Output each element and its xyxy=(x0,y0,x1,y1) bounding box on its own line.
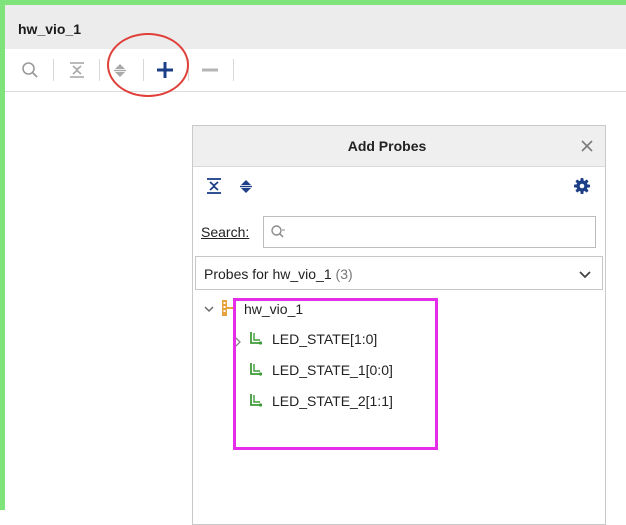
window-title-bar: hw_vio_1 xyxy=(5,5,626,49)
toolbar-separator xyxy=(53,59,54,81)
probe-source-value: Probes for hw_vio_1 (3) xyxy=(204,266,353,282)
annotation-circle xyxy=(107,33,189,97)
toolbar-separator xyxy=(233,59,234,81)
expand-all-icon[interactable] xyxy=(237,177,257,197)
remove-probe-icon[interactable] xyxy=(198,58,222,82)
search-input[interactable] xyxy=(263,216,596,248)
search-icon[interactable] xyxy=(18,58,42,82)
toolbar xyxy=(5,49,626,92)
search-icon xyxy=(270,224,286,240)
probe-source-label: Probes for hw_vio_1 xyxy=(204,266,332,282)
dialog-title: Add Probes xyxy=(347,138,427,154)
dialog-header: Add Probes xyxy=(193,126,605,167)
toolbar-separator xyxy=(99,59,100,81)
dialog-toolbar xyxy=(193,167,605,207)
close-icon[interactable] xyxy=(578,137,596,155)
window-title: hw_vio_1 xyxy=(18,21,82,37)
search-label: Search: xyxy=(201,224,249,240)
gear-icon[interactable] xyxy=(573,177,593,197)
chevron-down-icon xyxy=(578,267,592,281)
search-label-text: Search: xyxy=(201,224,250,240)
probe-count: (3) xyxy=(335,266,353,282)
probe-source-dropdown[interactable]: Probes for hw_vio_1 (3) xyxy=(195,256,603,290)
chevron-down-icon[interactable] xyxy=(203,302,215,314)
collapse-all-icon[interactable] xyxy=(205,177,225,197)
annotation-box xyxy=(233,298,438,450)
collapse-all-icon[interactable] xyxy=(65,58,89,82)
